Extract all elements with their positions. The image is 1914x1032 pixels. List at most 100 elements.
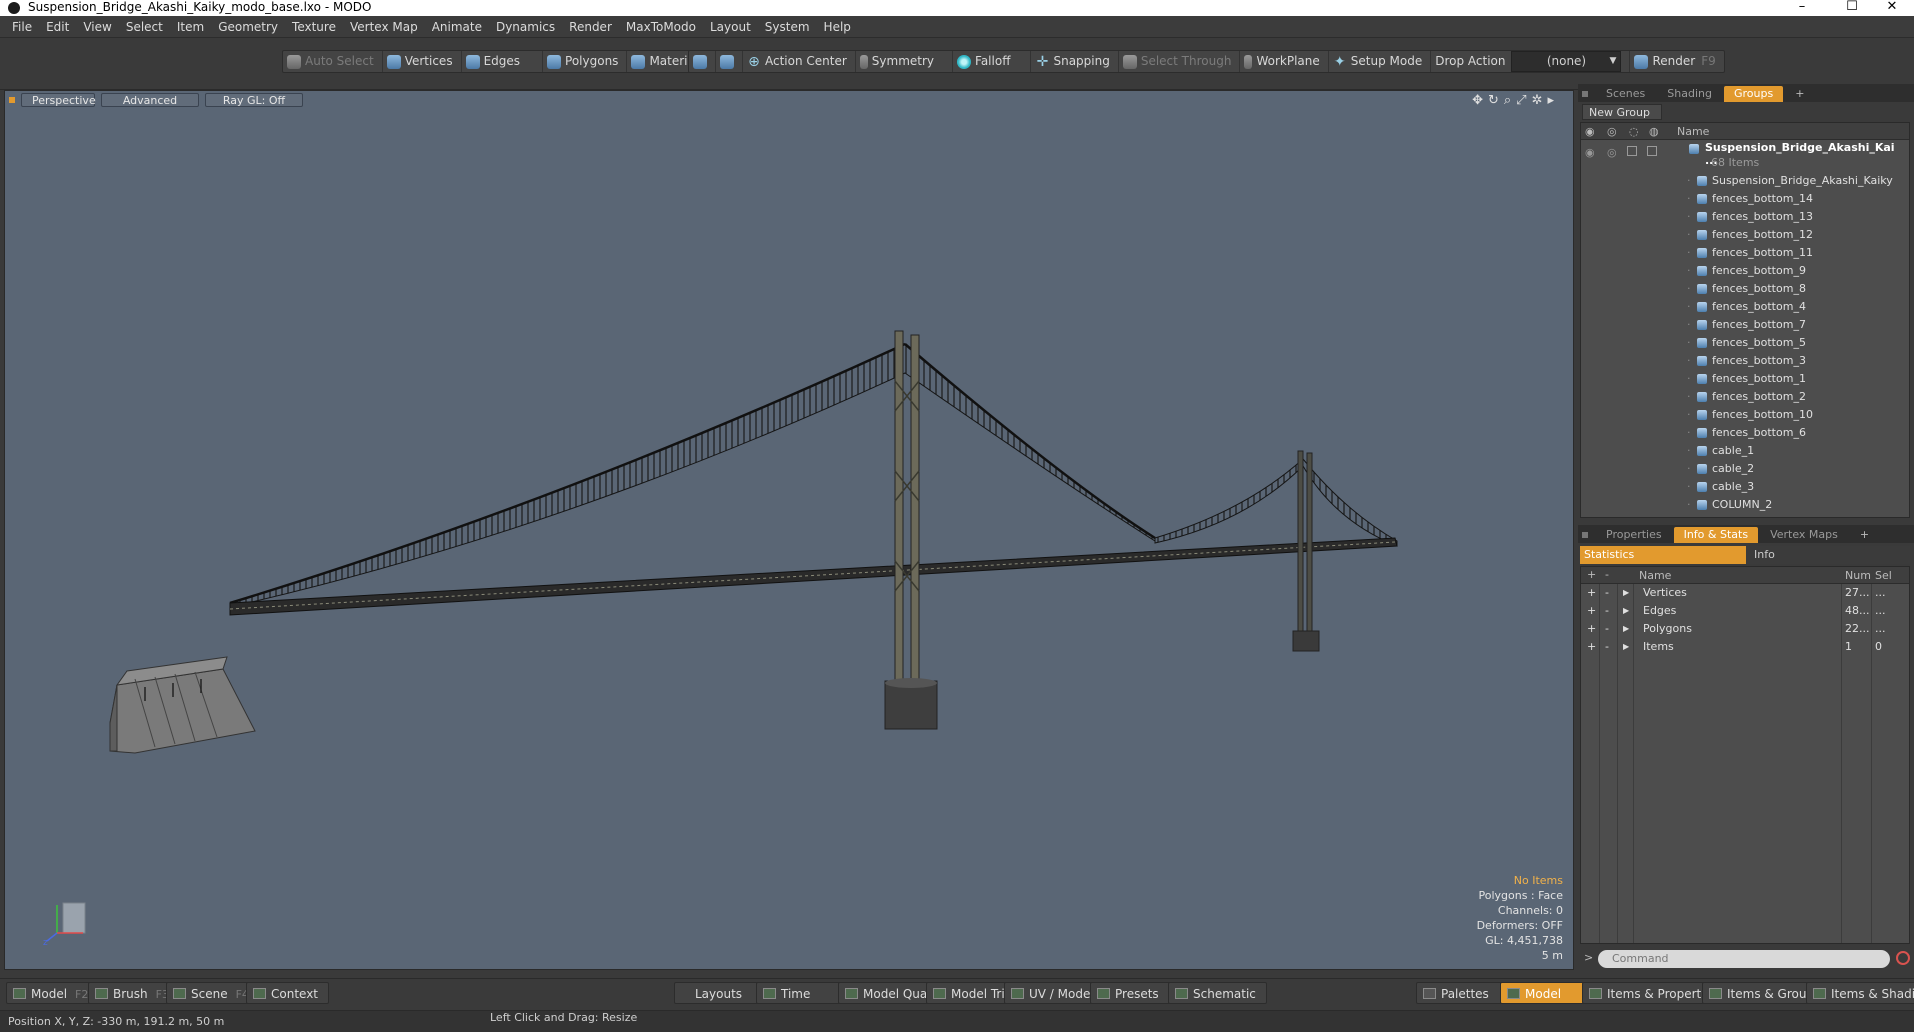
context-tab-button[interactable]: Context [246, 982, 330, 1004]
group-list-item[interactable]: · fences_bottom_2 [1581, 388, 1909, 406]
panel-menu-icon[interactable] [1582, 91, 1588, 97]
statistics-row[interactable]: + - ▶ Polygons 22...... [1581, 620, 1909, 638]
menu-edit[interactable]: Edit [39, 16, 76, 38]
group-list-item[interactable]: · fences_bottom_1 [1581, 370, 1909, 388]
select-column-icon[interactable]: ◍ [1649, 125, 1659, 138]
transform-button[interactable] [689, 51, 716, 72]
expand-icon[interactable]: + [1587, 638, 1596, 656]
menu-item[interactable]: Item [170, 16, 211, 38]
menu-view[interactable]: View [76, 16, 118, 38]
statistics-row[interactable]: + - ▶ Items 1 0 [1581, 638, 1909, 656]
expand-icon[interactable]: + [1587, 620, 1596, 638]
statistics-row[interactable]: + - ▶ Vertices 27...... [1581, 584, 1909, 602]
setup-mode-button[interactable]: ✦ Setup Mode [1329, 51, 1432, 72]
menu-select[interactable]: Select [119, 16, 170, 38]
select-checkbox[interactable] [1647, 146, 1657, 156]
visibility-column-icon[interactable]: ◉ [1585, 125, 1595, 138]
statistics-row[interactable]: + - ▶ Edges 48...... [1581, 602, 1909, 620]
group-list-item[interactable]: · fences_bottom_11 [1581, 244, 1909, 262]
workplane-button[interactable]: WorkPlane [1240, 51, 1329, 72]
group-list-item[interactable]: · fences_bottom_13 [1581, 208, 1909, 226]
maximize-button[interactable]: ☐ [1830, 0, 1874, 16]
name-column-header[interactable]: Name [1677, 125, 1709, 138]
model-tab-button[interactable]: Model F2 [6, 982, 100, 1004]
tab-vertex-maps[interactable]: Vertex Maps [1760, 527, 1848, 543]
group-list-item[interactable]: · COLUMN_2 [1581, 496, 1909, 514]
group-list-item[interactable]: · Suspension_Bridge_Akashi_Kaiky [1581, 172, 1909, 190]
menu-maxtomodo[interactable]: MaxToModo [619, 16, 703, 38]
select-through-button[interactable]: Select Through [1119, 51, 1241, 72]
menu-texture[interactable]: Texture [285, 16, 343, 38]
group-list-item[interactable]: · cable_2 [1581, 460, 1909, 478]
group-list-item[interactable]: · fences_bottom_14 [1581, 190, 1909, 208]
disclosure-icon[interactable]: ▶ [1623, 584, 1629, 602]
tab-statistics[interactable]: Statistics [1580, 546, 1746, 564]
collapse-icon[interactable]: - [1605, 602, 1609, 620]
menu-vertex-map[interactable]: Vertex Map [343, 16, 425, 38]
collapse-icon[interactable]: - [1605, 584, 1609, 602]
render-column-icon[interactable]: ◎ [1607, 125, 1617, 138]
group-list-item[interactable]: · cable_3 [1581, 478, 1909, 496]
auto-select-button[interactable]: Auto Select [283, 51, 383, 72]
schematic-button[interactable]: Schematic [1168, 982, 1267, 1004]
snapping-button[interactable]: ✛ Snapping [1031, 51, 1119, 72]
disclosure-icon[interactable]: ▶ [1623, 620, 1629, 638]
eye-icon[interactable]: ◉ [1585, 146, 1595, 159]
menu-geometry[interactable]: Geometry [211, 16, 285, 38]
record-icon[interactable] [1896, 951, 1910, 965]
group-list-item[interactable]: · cable_1 [1581, 442, 1909, 460]
tab-shading[interactable]: Shading [1657, 86, 1722, 102]
group-list-item[interactable]: · fences_bottom_3 [1581, 352, 1909, 370]
menu-help[interactable]: Help [817, 16, 858, 38]
palettes-button[interactable]: Palettes [1416, 982, 1506, 1004]
collapse-icon[interactable]: - [1605, 638, 1609, 656]
close-button[interactable]: ✕ [1870, 0, 1914, 16]
group-list-item[interactable]: · fences_bottom_7 [1581, 316, 1909, 334]
edges-button[interactable]: Edges [462, 51, 544, 72]
collapse-icon[interactable]: - [1605, 620, 1609, 638]
menu-file[interactable]: File [0, 16, 39, 38]
render-button[interactable]: Render F9 [1629, 51, 1723, 72]
3d-viewport[interactable]: Perspective Advanced Ray GL: Off ✥↻⌕⤢✲▸ [4, 90, 1574, 970]
time-button[interactable]: Time [756, 982, 846, 1004]
action-center-button[interactable]: ⊕ Action Center [743, 51, 856, 72]
tab-properties[interactable]: Properties [1596, 527, 1672, 543]
expand-icon[interactable]: + [1587, 584, 1596, 602]
new-group-button[interactable]: New Group [1582, 104, 1662, 120]
command-input[interactable]: Command [1598, 950, 1890, 968]
render-toggle-icon[interactable]: ◎ [1607, 146, 1617, 159]
model-tri-button[interactable]: Model Tri [926, 982, 1016, 1004]
tab-info-stats[interactable]: Info & Stats [1673, 527, 1759, 543]
layouts-button[interactable]: Layouts [674, 982, 760, 1004]
menu-layout[interactable]: Layout [703, 16, 758, 38]
element-button[interactable] [716, 51, 743, 72]
items-shading-button[interactable]: Items & Shading [1806, 982, 1914, 1004]
expand-all-icon[interactable]: + [1587, 568, 1596, 581]
group-list-item[interactable]: · fences_bottom_8 [1581, 280, 1909, 298]
add-tab-icon[interactable]: + [1850, 527, 1879, 543]
group-list-item[interactable]: · fences_bottom_6 [1581, 424, 1909, 442]
expand-icon[interactable]: + [1587, 602, 1596, 620]
symmetry-button[interactable]: Symmetry [856, 51, 954, 72]
group-list-item[interactable]: · fences_bottom_5 [1581, 334, 1909, 352]
menu-system[interactable]: System [758, 16, 817, 38]
group-list-item[interactable]: · fences_bottom_12 [1581, 226, 1909, 244]
lock-checkbox[interactable] [1627, 146, 1637, 156]
tab-scenes[interactable]: Scenes [1596, 86, 1655, 102]
menu-render[interactable]: Render [562, 16, 619, 38]
group-root-row[interactable]: ◉ ◎ Suspension_Bridge_Akashi_Kai ... 68 … [1581, 140, 1909, 172]
tab-groups[interactable]: Groups [1723, 86, 1784, 102]
minimize-button[interactable]: – [1780, 0, 1824, 16]
drop-action-dropdown[interactable]: (none) ▼ [1511, 51, 1622, 72]
add-tab-icon[interactable]: + [1785, 86, 1814, 102]
lock-column-icon[interactable]: ◌ [1629, 125, 1639, 138]
menu-animate[interactable]: Animate [425, 16, 489, 38]
menu-dynamics[interactable]: Dynamics [489, 16, 562, 38]
collapse-all-icon[interactable]: - [1605, 568, 1609, 581]
group-list-item[interactable]: · fences_bottom_10 [1581, 406, 1909, 424]
disclosure-icon[interactable]: ▶ [1623, 638, 1629, 656]
disclosure-icon[interactable]: ▶ [1623, 602, 1629, 620]
group-list-item[interactable]: · fences_bottom_4 [1581, 298, 1909, 316]
vertices-button[interactable]: Vertices [383, 51, 462, 72]
polygons-button[interactable]: Polygons [543, 51, 628, 72]
